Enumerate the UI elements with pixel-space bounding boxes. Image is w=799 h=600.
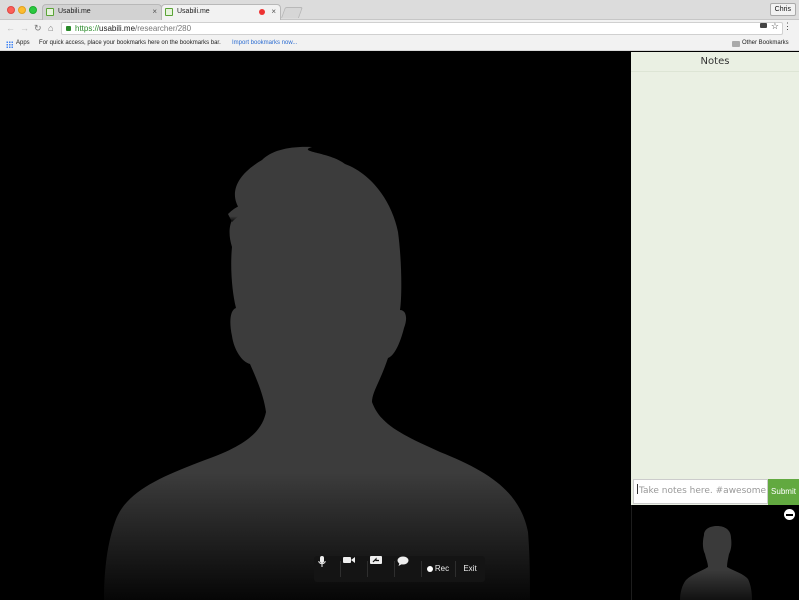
record-label: Rec <box>434 564 450 573</box>
forward-arrow-icon[interactable]: → <box>20 23 29 33</box>
notes-input[interactable]: Take notes here. #awesome <box>633 479 768 504</box>
address-bar[interactable]: https://usabili.me/researcher/280 <box>61 22 783 35</box>
import-bookmarks-link[interactable]: Import bookmarks now... <box>232 37 297 50</box>
self-silhouette <box>680 526 752 600</box>
tab-strip: Usabili.me × Usabili.me × Chris <box>0 0 799 20</box>
record-button[interactable]: Rec <box>424 556 452 582</box>
notes-title: Notes <box>631 52 799 72</box>
usabili-favicon-icon <box>165 8 173 16</box>
minimize-self-view-icon[interactable] <box>784 509 795 520</box>
recording-indicator-icon <box>259 9 265 15</box>
app-window: Usabili.me × Usabili.me × Chris ← → ↻ ⌂ … <box>0 0 799 600</box>
home-icon[interactable]: ⌂ <box>48 23 53 33</box>
self-video <box>631 505 799 600</box>
new-tab-button[interactable] <box>280 7 304 18</box>
zoom-window-button[interactable] <box>29 6 37 14</box>
camera-in-use-icon[interactable] <box>760 23 767 28</box>
microphone-icon[interactable] <box>318 556 338 582</box>
apps-grid-icon[interactable] <box>6 41 13 48</box>
browser-tab-2[interactable]: Usabili.me × <box>161 4 281 20</box>
url-host: usabili.me <box>99 24 136 33</box>
profile-button[interactable]: Chris <box>769 3 796 16</box>
browser-tab-1[interactable]: Usabili.me × <box>42 4 162 20</box>
lock-icon <box>66 26 71 31</box>
notes-panel: Notes Take notes here. #awesome Submit <box>631 52 799 505</box>
screen-share-icon[interactable] <box>370 556 392 582</box>
url-scheme: https:// <box>75 24 100 33</box>
other-bookmarks-button[interactable]: Other Bookmarks <box>742 37 789 50</box>
submit-button[interactable]: Submit <box>768 479 799 505</box>
record-dot-icon <box>426 566 433 572</box>
folder-icon <box>732 41 740 47</box>
reload-icon[interactable]: ↻ <box>34 23 42 33</box>
menu-dots-icon[interactable]: ⋮ <box>783 21 792 32</box>
exit-button[interactable]: Exit <box>458 556 482 582</box>
close-window-button[interactable] <box>7 6 15 14</box>
tab-close-icon[interactable]: × <box>152 7 157 16</box>
usabili-favicon-icon <box>46 8 54 16</box>
participant-silhouette <box>104 146 530 600</box>
bookmarks-hint: For quick access, place your bookmarks h… <box>39 40 221 46</box>
tab-close-icon[interactable]: × <box>271 7 276 16</box>
url-path: /researcher/280 <box>135 24 192 33</box>
remote-video: Rec Exit <box>0 52 631 600</box>
browser-toolbar: ← → ↻ ⌂ https://usabili.me/researcher/28… <box>0 20 799 37</box>
bookmark-star-icon[interactable]: ☆ <box>771 21 779 32</box>
apps-link[interactable]: Apps <box>16 37 30 50</box>
minimize-window-button[interactable] <box>18 6 26 14</box>
call-controls: Rec Exit <box>314 556 485 582</box>
chat-bubble-icon[interactable] <box>397 556 419 582</box>
back-arrow-icon[interactable]: ← <box>6 23 15 33</box>
video-camera-icon[interactable] <box>343 556 365 582</box>
notes-placeholder: Take notes here. #awesome <box>639 486 767 496</box>
tab-title: Usabili.me <box>177 8 210 15</box>
bookmarks-bar: Apps For quick access, place your bookma… <box>0 37 799 51</box>
tab-title: Usabili.me <box>58 8 91 15</box>
